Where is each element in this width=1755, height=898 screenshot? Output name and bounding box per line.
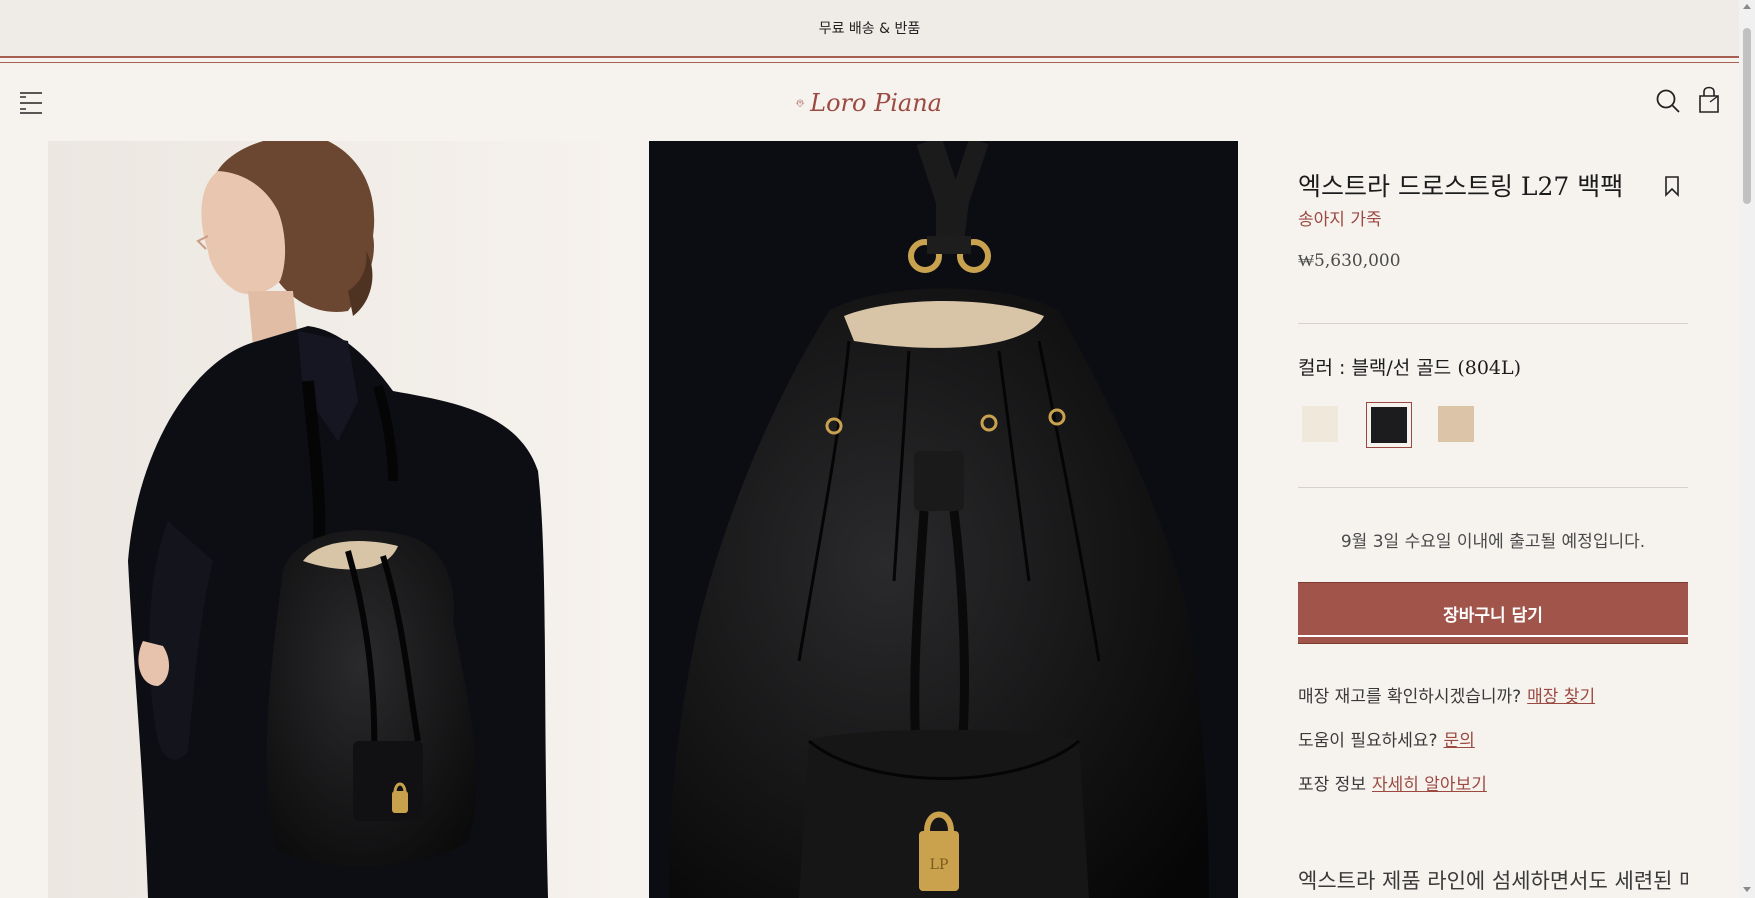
swatch-black-fill — [1371, 407, 1407, 443]
color-label: 컬러 : 블랙/선 골드 (804L) — [1298, 353, 1521, 380]
scrollbar-thumb[interactable] — [1743, 28, 1751, 204]
swatch-ivory-fill — [1302, 406, 1338, 442]
learn-more-link[interactable]: 자세히 알아보기 — [1372, 775, 1487, 795]
product-material: 송아지 가죽 — [1298, 210, 1382, 230]
model-wearing-backpack-photo[interactable] — [48, 141, 638, 898]
backpack-closeup-photo[interactable]: LP — [649, 141, 1238, 898]
store-stock-question: 매장 재고를 확인하시겠습니까? — [1298, 687, 1522, 707]
swatch-ivory[interactable] — [1298, 402, 1344, 448]
find-store-link[interactable]: 매장 찾기 — [1527, 687, 1595, 707]
scroll-up-arrow-icon[interactable] — [1743, 4, 1751, 9]
divider — [1298, 323, 1688, 324]
search-icon[interactable] — [1655, 88, 1681, 114]
crest-icon — [796, 99, 804, 107]
logo-wordmark: Loro Piana — [810, 89, 942, 117]
promo-bar: 무료 배송 & 반품 — [0, 0, 1739, 56]
color-code: (804L) — [1457, 357, 1522, 379]
swatch-tan-fill — [1438, 406, 1474, 442]
bookmark-icon[interactable] — [1664, 175, 1680, 197]
page-scrollbar[interactable] — [1739, 0, 1755, 898]
swatch-tan[interactable] — [1434, 402, 1480, 448]
packaging-row: 포장 정보 자세히 알아보기 — [1298, 770, 1487, 795]
help-row: 도움이 필요하세요? 문의 — [1298, 726, 1475, 751]
product-info-panel: 엑스트라 드로스트링 L27 백팩 송아지 가죽 ₩5,630,000 컬러 :… — [1298, 141, 1688, 898]
site-header: Loro Piana — [0, 63, 1739, 141]
swatch-black-selected[interactable] — [1366, 402, 1412, 448]
shipping-estimate: 9월 3일 수요일 이내에 출고될 예정입니다. — [1340, 532, 1646, 552]
divider — [1298, 487, 1688, 488]
product-price: ₩5,630,000 — [1298, 251, 1401, 271]
add-to-cart-button[interactable]: 장바구니 담기 — [1298, 582, 1688, 644]
add-to-cart-label: 장바구니 담기 — [1443, 605, 1543, 626]
scroll-down-arrow-icon[interactable] — [1743, 887, 1751, 892]
hamburger-menu-icon[interactable] — [18, 91, 44, 115]
promo-divider — [0, 56, 1739, 58]
contact-link[interactable]: 문의 — [1444, 731, 1475, 751]
svg-text:LP: LP — [930, 857, 949, 873]
color-name: 컬러 : 블랙/선 골드 — [1298, 357, 1452, 379]
shopping-bag-icon[interactable] — [1697, 86, 1721, 114]
store-stock-row: 매장 재고를 확인하시겠습니까? 매장 찾기 — [1298, 682, 1595, 707]
promo-text: 무료 배송 & 반품 — [818, 21, 921, 37]
packaging-label: 포장 정보 — [1298, 775, 1366, 795]
product-title: 엑스트라 드로스트링 L27 백팩 — [1298, 172, 1624, 201]
brand-logo[interactable]: Loro Piana — [796, 83, 942, 123]
product-description: 엑스트라 제품 라인에 섬세하면서도 세련된 매 — [1298, 869, 1688, 893]
help-question: 도움이 필요하세요? — [1298, 731, 1438, 751]
